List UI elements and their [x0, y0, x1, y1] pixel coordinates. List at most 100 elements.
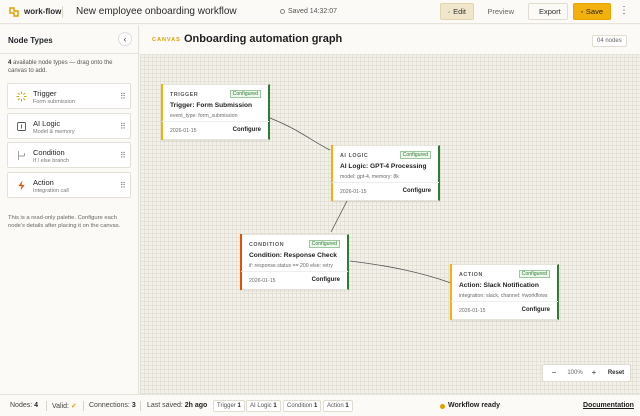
brand-name: work-flow — [24, 7, 62, 16]
sidebar: Node Types ‹ 4 available node types — dr… — [0, 25, 139, 394]
clock-icon — [280, 9, 285, 14]
drag-handle-icon[interactable]: ⠿ — [120, 181, 126, 190]
node-type-subtitle: Model & memory — [33, 129, 75, 135]
workflow-node-trigger[interactable]: TRIGGER Configured Trigger: Form Submiss… — [161, 84, 270, 140]
node-type-ai-logic[interactable]: AI Logic Model & memory ⠿ — [7, 113, 131, 139]
node-date: 2026-01-15 — [459, 308, 486, 314]
type-count-label: AI Logic — [250, 403, 272, 409]
node-type-subtitle: If / else branch — [33, 158, 70, 164]
preview-button[interactable]: Preview — [476, 3, 522, 20]
logo-icon — [9, 7, 19, 17]
drag-handle-icon[interactable]: ⠿ — [120, 92, 126, 101]
node-title: Condition: Response Check — [249, 252, 337, 259]
preview-button-label: Preview — [487, 7, 514, 16]
workflow-status: Workflow ready — [448, 402, 500, 409]
sidebar-title: Node Types — [8, 36, 53, 45]
type-count-label: Condition — [287, 403, 313, 409]
save-button-label: Save — [585, 7, 603, 16]
zoom-out-button[interactable]: − — [549, 367, 559, 380]
type-count-value: 1 — [273, 403, 277, 409]
node-accent-bar — [240, 234, 242, 290]
zoom-level: 100% — [567, 370, 583, 376]
node-detail: model: gpt-4, memory: 8k — [340, 174, 399, 180]
type-count-ai-logic: AI Logic 1 — [246, 400, 281, 412]
node-type-label: Condition — [33, 148, 65, 157]
save-button[interactable]: Save — [573, 3, 611, 20]
type-count-value: 1 — [314, 403, 318, 409]
workflow-node-ai-logic[interactable]: AI LOGIC Configured AI Logic: GPT-4 Proc… — [331, 145, 440, 201]
divider — [162, 121, 269, 122]
type-count-label: Action — [327, 403, 344, 409]
node-detail: if: response.status == 200 else: retry — [249, 263, 333, 269]
node-type-condition[interactable]: Condition If / else branch ⠿ — [7, 142, 131, 168]
node-accent-bar — [331, 145, 333, 201]
status-badge: Configured — [229, 90, 261, 98]
documentation-link[interactable]: Documentation — [583, 402, 634, 409]
type-count-label: Trigger — [217, 403, 236, 409]
node-type: ACTION — [459, 272, 483, 278]
configure-button[interactable]: Configure — [233, 127, 261, 133]
nodes-stat-label: Nodes: — [10, 402, 33, 409]
divider — [332, 182, 439, 183]
document-title[interactable]: New employee onboarding workflow — [76, 6, 237, 17]
floppy-icon — [581, 10, 583, 13]
configure-button[interactable]: Configure — [522, 307, 550, 313]
divider — [83, 401, 84, 411]
divider — [451, 301, 558, 302]
last-saved-value: 2h ago — [184, 402, 208, 409]
node-type-label: Action — [33, 178, 54, 187]
drag-handle-icon[interactable]: ⠿ — [120, 151, 126, 160]
node-type-action[interactable]: Action Integration call ⠿ — [7, 172, 131, 198]
node-date: 2026-01-15 — [170, 128, 197, 134]
node-type: AI LOGIC — [340, 153, 369, 159]
workflow-canvas[interactable]: CANVAS Onboarding automation graph 04 no… — [140, 25, 640, 394]
configure-button[interactable]: Configure — [403, 188, 431, 194]
valid-stat: Valid: ✓ — [52, 402, 77, 410]
edit-button-label: Edit — [453, 7, 466, 16]
top-bar: work-flow New employee onboarding workfl… — [0, 0, 640, 24]
node-type-trigger[interactable]: Trigger Form submission ⠿ — [7, 83, 131, 109]
divider — [241, 271, 348, 272]
type-count-value: 1 — [237, 403, 241, 409]
branch-icon — [18, 151, 25, 160]
node-accent-bar — [450, 264, 452, 320]
valid-stat-label: Valid: — [52, 403, 69, 410]
edit-button[interactable]: Edit — [440, 3, 474, 20]
drag-handle-icon[interactable]: ⠿ — [120, 122, 126, 131]
last-saved-stat: Last saved: 2h ago — [147, 402, 207, 409]
zoom-in-button[interactable]: + — [589, 367, 599, 380]
status-badge: Configured — [518, 270, 550, 278]
collapse-sidebar-button[interactable]: ‹ — [118, 32, 132, 46]
workflow-node-action[interactable]: ACTION Configured Action: Slack Notifica… — [450, 264, 559, 320]
zoom-controls: − 100% + Reset — [542, 364, 631, 382]
export-button[interactable]: Export — [528, 3, 568, 20]
configure-button[interactable]: Configure — [312, 277, 340, 283]
divider — [140, 401, 141, 411]
status-badge: Configured — [308, 240, 340, 248]
type-count-value: 1 — [345, 403, 349, 409]
workflow-node-condition[interactable]: CONDITION Configured Condition: Response… — [240, 234, 349, 290]
sidebar-description-text: available node types — drag onto the can… — [8, 60, 113, 74]
connections-stat-label: Connections: — [89, 402, 130, 409]
node-type-label: Trigger — [33, 89, 57, 98]
sidebar-footnote: This is a read-only palette. Configure e… — [8, 215, 121, 229]
node-title: Trigger: Form Submission — [170, 102, 253, 109]
canvas-title: Onboarding automation graph — [184, 33, 343, 45]
export-button-label: Export — [539, 7, 561, 16]
bolt-icon — [16, 91, 27, 102]
node-type-subtitle: Integration call — [33, 188, 69, 194]
zoom-reset-button[interactable]: Reset — [605, 367, 627, 380]
sidebar-description: 4 available node types — drag onto the c… — [8, 59, 130, 75]
type-count-action: Action 1 — [323, 400, 353, 412]
divider — [46, 401, 47, 411]
save-status: Saved 14:32:07 — [280, 8, 337, 15]
connections-stat: Connections: 3 — [89, 402, 136, 409]
chip-icon — [17, 122, 26, 131]
type-count-condition: Condition 1 — [283, 400, 322, 412]
last-saved-label: Last saved: — [147, 402, 183, 409]
node-detail: integration: slack, channel: #workflows — [459, 293, 548, 299]
divider — [0, 53, 139, 54]
status-bar: Nodes: 4 Valid: ✓ Connections: 3 Last sa… — [0, 394, 640, 416]
more-menu-icon[interactable]: ⋮ — [617, 5, 631, 19]
save-status-text: Saved 14:32:07 — [288, 8, 338, 15]
